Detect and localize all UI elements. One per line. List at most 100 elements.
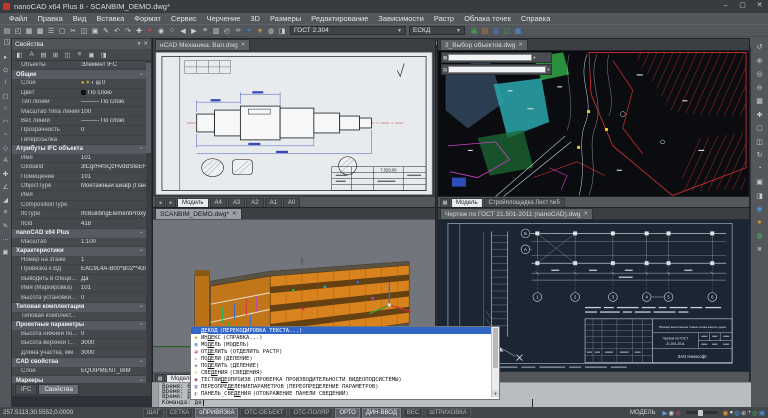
close-icon[interactable]: ✕ bbox=[241, 42, 246, 48]
plugin-icon-3[interactable]: ▥ bbox=[491, 26, 501, 36]
menu-item[interactable]: Правка bbox=[32, 14, 67, 23]
map-combo-1[interactable]: ▦▾ bbox=[441, 52, 552, 63]
collapse-icon[interactable]: ◨ bbox=[99, 50, 108, 59]
sheet-tab[interactable]: А0 bbox=[283, 198, 300, 208]
panel-close-icon[interactable]: ✕ bbox=[143, 41, 148, 47]
property-section-header[interactable]: Общие− bbox=[12, 70, 151, 79]
collapse-icon[interactable]: − bbox=[139, 146, 143, 152]
property-value[interactable]: Монтажный шкаф (Панель 19") bbox=[81, 183, 151, 189]
status-ok-icon[interactable]: ◎ bbox=[752, 409, 758, 417]
menu-item[interactable]: 3D bbox=[245, 14, 265, 23]
autocomplete-item[interactable]: ◪ОТДЕЛИТЬ (ОТДЕЛИТЬ РАСТР) bbox=[191, 348, 493, 355]
property-value[interactable]: Да bbox=[81, 276, 151, 282]
circle-icon[interactable]: ○ bbox=[1, 104, 10, 113]
line-icon[interactable]: / bbox=[1, 78, 10, 87]
erase-icon[interactable]: ● bbox=[145, 26, 155, 36]
rectangle-icon[interactable]: ▢ bbox=[1, 91, 10, 100]
property-section-header[interactable]: Проектные параметры− bbox=[12, 321, 151, 330]
property-value[interactable]: 101 bbox=[81, 155, 151, 161]
layers-tool-icon[interactable]: ≡ bbox=[1, 208, 10, 217]
property-value[interactable]: ——— По слою bbox=[81, 99, 151, 105]
more-icon[interactable]: … bbox=[1, 234, 10, 243]
property-value[interactable]: 100 bbox=[81, 109, 151, 115]
edit-icon[interactable]: ✎ bbox=[1, 221, 10, 230]
gost-doc-tab[interactable]: Чертеж по ГОСТ 21.501-2011 (nanoCAD).dwg… bbox=[440, 208, 593, 219]
collapse-icon[interactable]: − bbox=[139, 304, 143, 310]
annotation-off-icon[interactable]: ⊘ bbox=[675, 409, 680, 417]
properties-tab-ifc[interactable]: IFC bbox=[15, 384, 37, 395]
pan-icon[interactable]: ✚ bbox=[134, 26, 144, 36]
autocomplete-item[interactable]: ◆ИНДЕКС (СПРАВКА...) bbox=[191, 334, 493, 341]
menu-item[interactable]: Черчение bbox=[202, 14, 246, 23]
open-icon[interactable]: ◰ bbox=[13, 26, 23, 36]
property-value[interactable]: ——— По слою bbox=[81, 118, 151, 124]
save-icon[interactable]: ▦ bbox=[24, 26, 34, 36]
sheet-tab[interactable]: Модель bbox=[177, 198, 209, 208]
globe-icon[interactable]: ◴ bbox=[222, 26, 232, 36]
plugin-icon-4[interactable]: ◫ bbox=[502, 26, 512, 36]
minimize-button[interactable]: – bbox=[717, 0, 734, 13]
autocomplete-item[interactable]: ◉ТЕСТВИДЕОПРОИЗВ (ПРОВЕРКА ПРОИЗВОДИТЕЛЬ… bbox=[191, 376, 493, 383]
autosave-icon[interactable]: ◉ bbox=[723, 409, 729, 417]
solid-icon[interactable]: ◢ bbox=[1, 195, 10, 204]
collapse-icon[interactable]: − bbox=[139, 359, 143, 365]
pan-tool-icon[interactable]: ✚ bbox=[754, 110, 765, 120]
model-space-button[interactable]: МОДЕЛЬ bbox=[630, 410, 655, 416]
menu-item[interactable]: Формат bbox=[129, 14, 166, 23]
property-section-header[interactable]: Типовая комплектация− bbox=[12, 303, 151, 312]
new-icon[interactable]: ▤ bbox=[2, 26, 12, 36]
dot-icon[interactable]: ● bbox=[729, 409, 733, 416]
cut-icon[interactable]: ✂ bbox=[68, 26, 78, 36]
autocomplete-item[interactable]: ▤ДЕКОД (ПЕРЕКОДИРОВКА ТЕКСТА...) bbox=[191, 327, 493, 334]
status-toggle-отс-объект[interactable]: ОТС-ОБЪЕКТ bbox=[240, 408, 287, 418]
gray-square-icon[interactable]: ■ bbox=[754, 245, 765, 255]
map-doc-tab[interactable]: 3_Выбор объектов.dwg ✕ bbox=[440, 39, 528, 50]
plugin-icon-5[interactable]: ▦ bbox=[513, 26, 523, 36]
list-icon[interactable]: ▤ bbox=[39, 50, 48, 59]
collapse-icon[interactable]: − bbox=[139, 248, 143, 254]
property-value[interactable]: 3000 bbox=[81, 340, 151, 346]
selection-cycling-icon[interactable]: ◉ bbox=[669, 409, 675, 417]
property-value[interactable]: 0 bbox=[81, 295, 151, 301]
match-properties-icon[interactable]: ✎ bbox=[101, 26, 111, 36]
copy-icon[interactable]: ◫ bbox=[79, 26, 89, 36]
map-drawing-area[interactable]: ▦▾ ▤▾ bbox=[438, 50, 749, 197]
history-icon[interactable]: ◔ bbox=[754, 164, 765, 174]
status-toggle-шаг[interactable]: ШАГ bbox=[143, 408, 164, 418]
layout-icon[interactable]: ▣ bbox=[754, 177, 765, 187]
quick-select-icon[interactable]: ◧ bbox=[15, 50, 24, 59]
property-value[interactable]: 101 bbox=[81, 285, 151, 291]
sphere-blue-icon[interactable]: ◉ bbox=[754, 204, 765, 214]
autocomplete-item[interactable]: ▥ПЕРЕОПРЕДЕЛЕНИЕПАРАМЕТРОВ (ПЕРЕОПРЕДЕЛЕ… bbox=[191, 383, 493, 390]
viewport-icon[interactable]: ▢ bbox=[754, 123, 765, 133]
autocomplete-item[interactable]: ✎СВЕДЕНИЯ (СВЕДЕНИЯ) bbox=[191, 369, 493, 376]
property-value[interactable]: 0 bbox=[81, 331, 151, 337]
menu-item[interactable]: Облака точек bbox=[459, 14, 516, 23]
properties-scrollbar[interactable] bbox=[146, 61, 151, 383]
print-icon[interactable]: ☰ bbox=[46, 26, 56, 36]
zoom-out-tool-icon[interactable]: ⊖ bbox=[754, 83, 765, 93]
view-next-icon[interactable]: ▶ bbox=[189, 26, 199, 36]
sphere-orange-icon[interactable]: ● bbox=[754, 218, 765, 228]
sheet-tab[interactable]: А4 bbox=[210, 198, 227, 208]
sheet-tab[interactable]: А3 bbox=[228, 198, 245, 208]
materials-icon[interactable]: ◍ bbox=[266, 26, 276, 36]
point-icon[interactable]: ✚ bbox=[1, 169, 10, 178]
menu-item[interactable]: Сервис bbox=[166, 14, 202, 23]
bim-doc-tab[interactable]: SCANBIM_DEMO.dwg* ✕ bbox=[155, 208, 242, 219]
plugin-icon-2[interactable]: ▤ bbox=[480, 26, 490, 36]
menu-item[interactable]: Файл bbox=[4, 14, 32, 23]
sheet-prev-icon[interactable]: ◂ bbox=[155, 198, 165, 208]
block-props-icon[interactable]: ▣ bbox=[87, 50, 96, 59]
sheet-tab[interactable]: Модель bbox=[451, 198, 483, 208]
property-value[interactable]: По слою bbox=[81, 90, 151, 96]
mech-doc-tab[interactable]: нCAD Механика. Вал.dwg ✕ bbox=[155, 39, 250, 50]
property-value[interactable]: 0 bbox=[81, 127, 151, 133]
template-combo[interactable]: ЕСКД▼ bbox=[409, 26, 465, 35]
view-prev-icon[interactable]: ◀ bbox=[178, 26, 188, 36]
sheet-next-icon[interactable]: ▸ bbox=[166, 198, 176, 208]
property-value[interactable]: EAC9L4A-B00*B02**43U_o bbox=[81, 266, 151, 272]
dropdown-scrollbar[interactable]: ▼ bbox=[491, 327, 499, 397]
sheet-tab[interactable]: А1 bbox=[265, 198, 282, 208]
close-icon[interactable]: ✕ bbox=[584, 211, 589, 217]
